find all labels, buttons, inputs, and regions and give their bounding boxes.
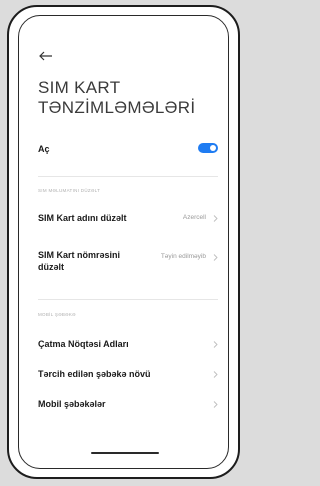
enable-sim-row[interactable]: Aç <box>38 143 218 158</box>
divider <box>38 176 218 177</box>
back-arrow-icon[interactable] <box>38 50 54 62</box>
page-title-line2: TƏNZİMLƏMƏLƏRİ <box>38 98 196 117</box>
preferred-network-type-label: Tərcih edilən şəbəkə növü <box>38 369 151 379</box>
home-indicator[interactable] <box>91 452 159 454</box>
chevron-right-icon <box>213 401 218 408</box>
mobile-networks-row[interactable]: Mobil şəbəkələr <box>38 399 218 413</box>
sim-info-section-header: SIM MƏLUMATINI DÜZƏLT <box>38 188 101 193</box>
edit-sim-number-label: SIM Kart nömrəsini düzəlt <box>38 250 121 272</box>
phone-frame: SIM KART TƏNZİMLƏMƏLƏRİ Aç SIM MƏLUMATIN… <box>7 5 240 479</box>
enable-sim-toggle[interactable] <box>198 143 218 153</box>
apn-label: Çatma Nöqtəsi Adları <box>38 339 129 349</box>
phone-screen: SIM KART TƏNZİMLƏMƏLƏRİ Aç SIM MƏLUMATIN… <box>18 15 229 469</box>
mobile-network-section-header: MOBİL ŞƏBƏKƏ <box>38 312 76 317</box>
sim-name-value: Azercell <box>182 214 206 221</box>
chevron-right-icon <box>213 341 218 348</box>
chevron-right-icon <box>213 254 218 261</box>
mobile-networks-label: Mobil şəbəkələr <box>38 399 106 409</box>
edit-sim-name-row[interactable]: SIM Kart adını düzəlt Azercell <box>38 213 218 227</box>
sim-number-value: Təyin edilməyib <box>160 253 206 260</box>
edit-sim-name-label: SIM Kart adını düzəlt <box>38 213 127 223</box>
chevron-right-icon <box>213 371 218 378</box>
enable-sim-label: Aç <box>38 144 50 154</box>
page-title-line1: SIM KART <box>38 78 121 97</box>
page-title: SIM KART TƏNZİMLƏMƏLƏRİ <box>38 78 228 118</box>
chevron-right-icon <box>213 215 218 222</box>
edit-sim-number-row[interactable]: SIM Kart nömrəsini düzəlt Təyin edilməyi… <box>38 249 218 275</box>
apn-row[interactable]: Çatma Nöqtəsi Adları <box>38 339 218 353</box>
divider <box>38 299 218 300</box>
preferred-network-type-row[interactable]: Tərcih edilən şəbəkə növü <box>38 369 218 383</box>
